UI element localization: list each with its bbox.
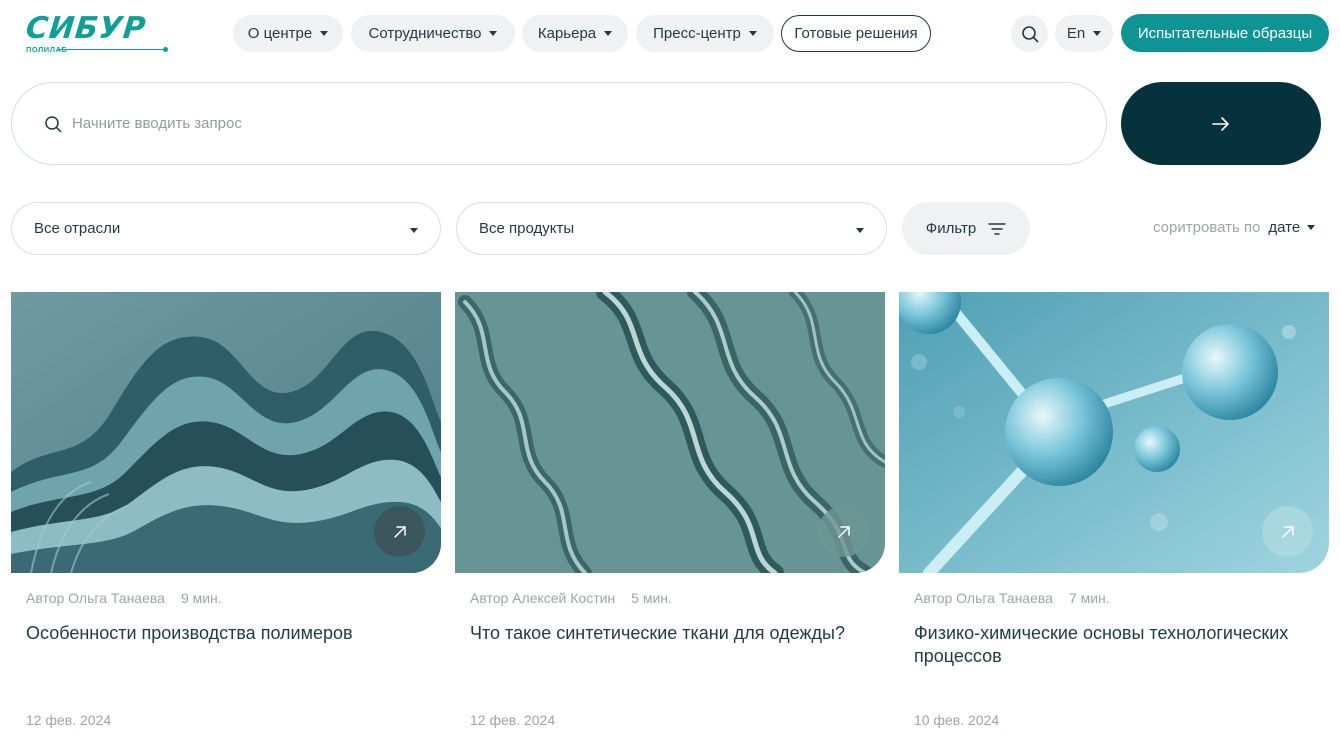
caret-down-icon: [1307, 225, 1316, 230]
article-read-time: 9 мин.: [180, 590, 222, 606]
industry-select-value: Все отрасли: [34, 220, 121, 237]
article-card[interactable]: Автор Ольга Танаева 9 мин. Особенности п…: [11, 292, 441, 744]
product-select[interactable]: Все продукты: [456, 202, 887, 255]
search-submit-button[interactable]: [1121, 82, 1321, 165]
arrow-up-right-icon: [393, 525, 406, 538]
caret-down-icon: [489, 31, 498, 36]
article-image-polymer-waves: [11, 292, 441, 573]
article-card[interactable]: Автор Алексей Костин 5 мин. Что такое си…: [455, 292, 885, 744]
article-date: 12 фев. 2024: [470, 712, 556, 728]
open-article-button[interactable]: [818, 506, 869, 557]
search-field[interactable]: [11, 82, 1107, 165]
sort-label: соритровать по: [1153, 219, 1261, 236]
article-meta: Автор Алексей Костин 5 мин.: [470, 590, 672, 606]
nav-item-label: Готовые решения: [794, 25, 918, 42]
nav-item-label: Сотрудничество: [368, 25, 482, 42]
caret-down-icon: [1093, 31, 1102, 36]
article-meta: Автор Ольга Танаева 9 мин.: [26, 590, 222, 606]
filter-button[interactable]: Фильтр: [902, 202, 1030, 255]
nav-item-label: Карьера: [537, 25, 597, 42]
article-image-helix-fibers: [455, 292, 885, 573]
filter-icon: [988, 222, 1006, 235]
samples-button[interactable]: Испытательные образцы: [1121, 14, 1329, 52]
product-select-value: Все продукты: [479, 220, 575, 237]
nav-item-cooperation[interactable]: Сотрудничество: [351, 15, 515, 52]
article-date: 10 фев. 2024: [914, 712, 1000, 728]
article-read-time: 5 мин.: [631, 590, 672, 606]
sort-control: соритровать по дате: [1153, 219, 1316, 236]
caret-down-icon: [604, 31, 613, 36]
logo-line: [58, 49, 164, 50]
article-read-time: 7 мин.: [1068, 590, 1110, 606]
caret-down-icon: [410, 228, 418, 233]
article-title[interactable]: Что такое синтетические ткани для одежды…: [470, 622, 860, 645]
open-article-button[interactable]: [1262, 506, 1313, 557]
header-search-button[interactable]: [1011, 15, 1048, 52]
nav-item-label: О центре: [247, 25, 313, 42]
language-switcher[interactable]: En: [1055, 15, 1113, 52]
logo-wordmark: СИБУР: [24, 11, 149, 46]
logo-dot: [163, 47, 168, 52]
article-date: 12 фев. 2024: [26, 712, 112, 728]
nav-item-about[interactable]: О центре: [233, 15, 343, 52]
article-author: Автор Алексей Костин: [470, 590, 616, 606]
article-title[interactable]: Особенности производства полимеров: [26, 622, 416, 645]
sort-value: дате: [1268, 219, 1301, 236]
caret-down-icon: [320, 31, 329, 36]
logo[interactable]: СИБУР ПОЛИЛАБ: [24, 11, 170, 54]
article-meta: Автор Ольга Танаева 7 мин.: [914, 590, 1110, 606]
search-icon: [1021, 25, 1038, 42]
industry-select[interactable]: Все отрасли: [11, 202, 441, 255]
open-article-button[interactable]: [374, 506, 425, 557]
language-label: En: [1066, 25, 1086, 42]
caret-down-icon: [748, 31, 757, 36]
arrow-up-right-icon: [1281, 525, 1294, 538]
nav-item-press[interactable]: Пресс-центр: [636, 15, 774, 52]
filter-label: Фильтр: [925, 220, 977, 237]
nav-item-career[interactable]: Карьера: [522, 15, 628, 52]
arrow-up-right-icon: [837, 525, 850, 538]
search-input[interactable]: [72, 115, 972, 132]
nav-item-solutions[interactable]: Готовые решения: [781, 15, 931, 52]
search-icon: [45, 115, 62, 132]
article-image-molecule: [899, 292, 1329, 573]
article-author: Автор Ольга Танаева: [914, 590, 1053, 606]
article-author: Автор Ольга Танаева: [26, 590, 165, 606]
article-card[interactable]: Автор Ольга Танаева 7 мин. Физико-химиче…: [899, 292, 1329, 744]
caret-down-icon: [856, 228, 864, 233]
nav-item-label: Пресс-центр: [653, 25, 741, 42]
arrow-right-icon: [1212, 116, 1229, 131]
sort-dropdown[interactable]: дате: [1268, 219, 1316, 236]
article-title[interactable]: Физико-химические основы технологических…: [914, 622, 1304, 668]
